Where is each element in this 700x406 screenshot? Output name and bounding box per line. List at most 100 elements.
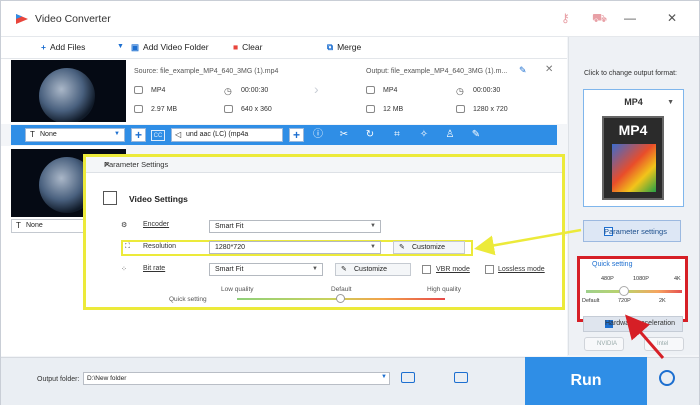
chevron-down-icon: ▼ — [114, 131, 120, 137]
vbr-checkbox[interactable] — [422, 265, 431, 274]
add-audio-button[interactable]: + — [289, 128, 304, 142]
output-duration: 00:00:30 — [473, 87, 501, 94]
source-resolution: 640 x 360 — [241, 106, 272, 113]
format-hint: Click to change output format: — [584, 70, 677, 77]
output-filename: Output: file_example_MP4_640_3MG (1).m..… — [366, 68, 508, 75]
vbr-label: VBR mode — [436, 266, 470, 273]
mp4-format-icon: MP4 — [602, 116, 664, 200]
chevron-down-icon: ▼ — [312, 266, 318, 272]
file-item[interactable]: Source: file_example_MP4_640_3MG (1).mp4… — [1, 59, 567, 124]
audio-track-value: und aac (LC) (mp4a — [186, 131, 249, 138]
subtitle-select[interactable]: T None ▼ — [25, 128, 125, 142]
format-icon-text: MP4 — [618, 122, 648, 138]
resolution-select[interactable]: 1280*720 ▼ — [209, 241, 381, 254]
app-logo-icon — [16, 14, 28, 24]
merge-button[interactable]: ⧉ Merge — [327, 42, 361, 53]
app-window: Video Converter ⚷ ⛟ — ✕ + Add Files ▼ ▣ Ad… — [0, 0, 700, 405]
chevron-down-icon: ▼ — [370, 244, 376, 250]
bitrate-customize-button[interactable]: ✎ Customize — [335, 263, 411, 276]
add-subtitle-button[interactable]: + — [131, 128, 146, 142]
parameter-settings-label: Parameter settings — [604, 227, 667, 236]
subtitle-value-2: None — [26, 222, 43, 229]
video-settings-title: Video Settings — [129, 194, 188, 204]
low-quality-label: Low quality — [221, 286, 254, 293]
merge-label: Merge — [337, 42, 362, 52]
crop-icon[interactable]: ⌗ — [390, 128, 404, 142]
lossless-checkbox[interactable] — [485, 265, 494, 274]
cc-icon[interactable]: CC — [151, 130, 165, 141]
open-folder-icon[interactable] — [401, 372, 415, 383]
encoder-icon: ⚙ — [121, 222, 128, 229]
encoder-select[interactable]: Smart Fit ▼ — [209, 220, 381, 233]
rotate-icon[interactable]: ↻ — [363, 128, 377, 142]
output-folder-label: Output folder: — [37, 376, 80, 383]
quick-setting-slider[interactable] — [586, 290, 682, 293]
edit-toolbar: T None ▼ + CC ◁ und aac (LC) (mp4a + ⓘ ✂… — [11, 125, 557, 145]
remove-item-icon[interactable]: ✕ — [545, 64, 553, 75]
high-quality-label: High quality — [427, 286, 461, 293]
hardware-acceleration-toggle[interactable]: Hardware acceleration — [583, 316, 683, 332]
bitrate-icon: ⁘ — [121, 266, 127, 273]
customize-label: Customize — [354, 266, 388, 273]
run-button[interactable]: Run — [525, 357, 647, 405]
edit-icon[interactable]: ✎ — [469, 128, 483, 142]
add-video-folder-button[interactable]: ▣ Add Video Folder — [131, 42, 209, 53]
resolution-icon — [224, 105, 233, 113]
pencil-icon: ✎ — [341, 266, 347, 273]
format-icon — [366, 86, 375, 94]
folder-plus-icon: ▣ — [131, 42, 140, 52]
key-icon[interactable]: ⚷ — [561, 11, 570, 25]
output-folder-input[interactable]: D:\New folder — [83, 372, 390, 385]
dialog-header: Parameter Settings ✕ — [86, 157, 562, 173]
video-settings-icon — [103, 191, 117, 205]
minimize-icon[interactable]: — — [624, 11, 636, 25]
clear-button[interactable]: ■ Clear — [233, 42, 262, 52]
output-format-selector[interactable]: MP4 ▼ MP4 — [583, 89, 684, 207]
dialog-close-icon[interactable]: ✕ — [104, 160, 556, 169]
chevron-down-icon[interactable]: ▼ — [381, 374, 387, 380]
text-icon: T — [16, 221, 21, 230]
clear-label: Clear — [242, 42, 263, 52]
quick-setting-knob[interactable] — [619, 286, 630, 296]
output-resolution: 1280 x 720 — [473, 106, 508, 113]
dialog-quality-knob[interactable] — [336, 294, 345, 303]
output-folder-browse-icon[interactable] — [454, 372, 468, 383]
info-icon[interactable]: ⓘ — [311, 128, 325, 142]
clock-icon: ◷ — [456, 86, 464, 96]
qs-2k: 2K — [659, 298, 666, 304]
resolution-value: 1280*720 — [215, 244, 245, 251]
add-files-button[interactable]: + Add Files — [41, 42, 85, 52]
speaker-icon: ◁ — [175, 130, 182, 139]
qs-default: Default — [582, 298, 600, 304]
source-size: 2.97 MB — [151, 106, 178, 113]
qs-720p: 720P — [618, 298, 631, 304]
video-thumbnail[interactable] — [11, 60, 126, 122]
parameter-settings-button[interactable]: Parameter settings — [583, 220, 681, 242]
format-icon — [134, 86, 143, 94]
arrow-right-icon: › — [314, 81, 319, 97]
cut-icon[interactable]: ✂ — [337, 128, 351, 142]
bitrate-label: Bit rate — [143, 265, 166, 272]
size-icon — [366, 105, 375, 113]
default-label: Default — [331, 286, 352, 293]
chevron-down-icon: ▼ — [667, 99, 674, 106]
qs-1080p: 1080P — [633, 276, 649, 282]
add-files-label: Add Files — [49, 42, 86, 52]
edit-output-name-icon[interactable]: ✎ — [519, 65, 527, 76]
close-icon[interactable]: ✕ — [667, 11, 677, 25]
add-files-dropdown-icon[interactable]: ▼ — [117, 43, 124, 50]
plus-icon: + — [41, 42, 46, 52]
nvidia-badge: NVIDIA — [584, 337, 624, 351]
quick-setting-box: Quick setting 480P 1080P 4K Default 720P… — [577, 256, 688, 322]
resolution-customize-button[interactable]: ✎ Customize — [393, 241, 465, 254]
cart-icon[interactable]: ⛟ — [592, 11, 607, 25]
text-icon: T — [30, 130, 35, 139]
bitrate-select[interactable]: Smart Fit ▼ — [209, 263, 323, 276]
lossless-label: Lossless mode — [498, 266, 545, 273]
effects-icon[interactable]: ✧ — [417, 128, 431, 142]
audio-track-select[interactable]: ◁ und aac (LC) (mp4a — [171, 128, 283, 142]
customize-label: Customize — [412, 244, 446, 251]
alarm-clock-icon[interactable] — [659, 370, 675, 386]
watermark-icon[interactable]: ♙ — [443, 128, 457, 142]
source-duration: 00:00:30 — [241, 87, 269, 94]
